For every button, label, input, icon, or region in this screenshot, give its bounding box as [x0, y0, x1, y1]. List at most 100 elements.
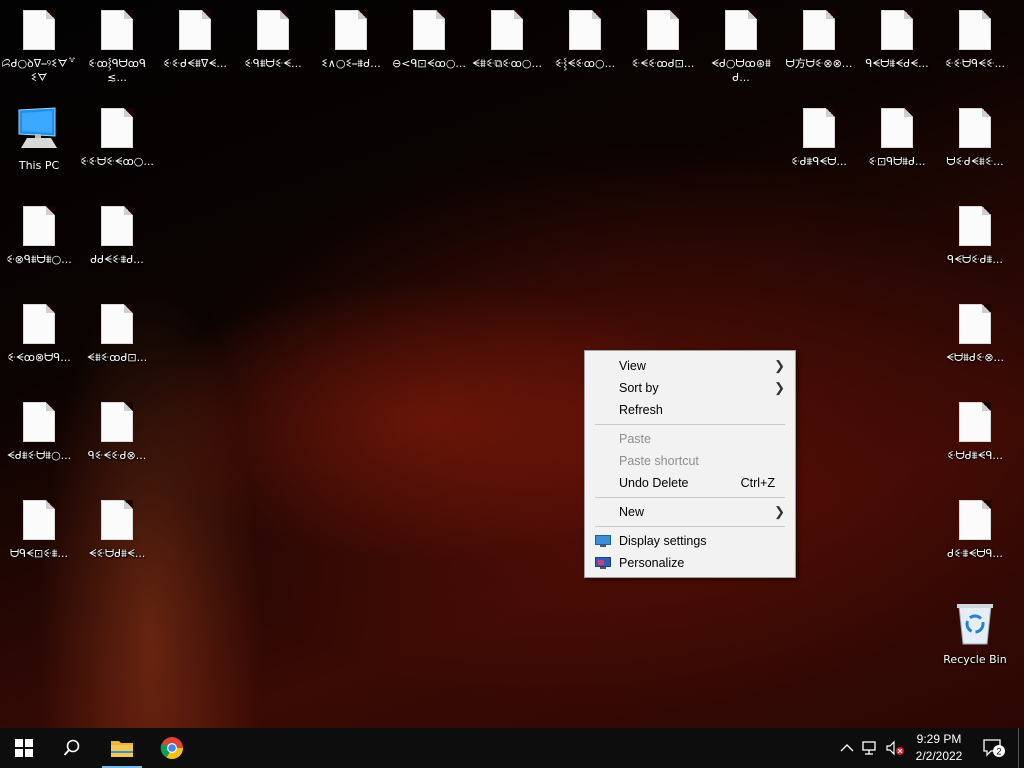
folder-icon — [111, 741, 133, 757]
desktop-file[interactable]: ꗩ⊡ᑫᗨ⩩ᑯ... — [859, 98, 935, 194]
desktop-file[interactable]: ꗩᗕꗩꝏᑯ⊡... — [625, 0, 701, 96]
network-icon[interactable] — [861, 738, 881, 758]
file-icon — [881, 10, 913, 50]
file-icon — [257, 10, 289, 50]
menu-item-view[interactable]: View ❯ — [585, 355, 795, 377]
this-pc-label: This PC — [18, 159, 60, 172]
file-icon — [23, 304, 55, 344]
file-label: ꗱᑯ○ꝺᐁ⎯ꝰꗨᗊ꒷ꗨᗊ — [1, 57, 77, 84]
undo-delete-shortcut: Ctrl+Z — [740, 476, 775, 490]
file-label: ꗩꝏ⸾ᑫᗨꝏᑫ≲... — [88, 57, 146, 84]
menu-item-sort-by-label: Sort by — [619, 381, 659, 395]
menu-item-paste-shortcut: Paste shortcut — [585, 450, 795, 472]
taskbar: 9:29 PM 2/2/2022 2 — [0, 728, 1024, 768]
file-label: ᑯᑯᗕꗩ⩩ᑯ... — [90, 253, 144, 266]
desktop-file[interactable]: ᗕꗩᗨᑯ⩩ᗕ... — [79, 490, 155, 586]
desktop-file[interactable]: ꗩᗕꝏ⊗ᗨᑫ... — [1, 294, 77, 390]
file-icon — [491, 10, 523, 50]
file-icon — [959, 402, 991, 442]
desktop-file[interactable]: ꗩꗩᗨᑫᗕꗩ... — [937, 0, 1013, 96]
desktop-file[interactable]: ᗨᑫᗕ⊡ꗩ⩩... — [1, 490, 77, 586]
desktop-file[interactable]: ᑯꗩ⩩ᗕᗨᑫ... — [937, 490, 1013, 586]
menu-item-undo-delete-label: Undo Delete — [619, 476, 689, 490]
desktop-file[interactable]: ᗕᑯ⩩ꗩᗨ⩩○... — [1, 392, 77, 488]
menu-item-undo-delete[interactable]: Undo Delete Ctrl+Z — [585, 472, 795, 494]
desktop-file[interactable]: ꗨ∧○ꗨ⎯⩩ᑯ... — [313, 0, 389, 96]
menu-item-new[interactable]: New ❯ — [585, 501, 795, 523]
notification-count: 2 — [996, 747, 1001, 757]
desktop-file[interactable]: ᗨꗩᑯᗕ⩩ꗩ... — [937, 98, 1013, 194]
desktop-file[interactable]: ꗱᑯ○ꝺᐁ⎯ꝰꗨᗊ꒷ꗨᗊ — [1, 0, 77, 96]
desktop-file[interactable]: ᗕᑯ○ᗨꝏ⊛⩩ᑯ... — [703, 0, 779, 96]
search-button[interactable] — [48, 728, 96, 768]
chevron-up-icon[interactable] — [837, 738, 857, 758]
menu-item-display-settings-label: Display settings — [619, 534, 707, 548]
file-label: ꗩꗩᗨᑫᗕꗩ... — [945, 57, 1005, 70]
menu-item-personalize[interactable]: Personalize — [585, 552, 795, 574]
desktop-file[interactable]: ꗩ⊗ᑫ⩩ᗨ⩩○... — [1, 196, 77, 292]
file-label: ꗩᗨᑯ⩩ᗕᑫ... — [947, 449, 1003, 462]
file-label: ꗩꗩᑯᗕ⩩ᐁᗕ... — [163, 57, 227, 70]
desktop-context-menu: View ❯ Sort by ❯ Refresh Paste Paste sho… — [584, 350, 796, 578]
start-button[interactable] — [0, 728, 48, 768]
search-icon — [63, 739, 80, 756]
menu-item-view-label: View — [619, 359, 646, 373]
file-label: ᗕ⩩ꗩꝏᑯ⊡... — [86, 351, 148, 364]
file-icon — [101, 206, 133, 246]
file-label: ᑫᗕᗨꗩᑯ⩩... — [947, 253, 1003, 266]
file-icon — [959, 304, 991, 344]
desktop-file[interactable]: ᑫᗕᗨ⩩ᗕᑯᗕ... — [859, 0, 935, 96]
file-label: ᗕ⩩ꗩ⧉ꗩꝏ○... — [472, 57, 542, 70]
file-label: ꗩᗕꗩꝏᑯ⊡... — [631, 57, 695, 70]
file-icon — [101, 10, 133, 50]
this-pc-icon[interactable]: This PC — [1, 100, 77, 196]
desktop-file[interactable]: ᗨ方ᗨꗩ⊗⊗... — [781, 0, 857, 96]
desktop-file[interactable]: ᑫᗕᗨꗩᑯ⩩... — [937, 196, 1013, 292]
system-clock[interactable]: 9:29 PM 2/2/2022 — [906, 731, 972, 765]
file-label: ᗨꗩᑯᗕ⩩ꗩ... — [946, 155, 1004, 168]
volume-muted-icon[interactable] — [885, 738, 905, 758]
desktop-file[interactable]: ᑯᑯᗕꗩ⩩ᑯ... — [79, 196, 155, 292]
file-icon — [23, 10, 55, 50]
desktop-file[interactable]: ᑫꗩᗕꗩᑯ⊗... — [79, 392, 155, 488]
menu-item-new-label: New — [619, 505, 645, 519]
menu-item-display-settings[interactable]: Display settings — [585, 530, 795, 552]
computer-icon — [18, 107, 57, 148]
file-explorer-button[interactable] — [98, 728, 146, 768]
menu-separator — [595, 424, 785, 425]
show-desktop-button[interactable] — [1018, 728, 1024, 768]
file-icon — [101, 108, 133, 148]
desktop[interactable]: This PC Recycle Bin ꗱᑯ○ꝺᐁ⎯ꝰꗨᗊ꒷ꗨᗊ ꗩꝏ⸾ᑫᗨꝏᑫ≲… — [0, 0, 1024, 728]
action-center-button[interactable]: 2 — [982, 738, 1006, 758]
display-icon — [595, 535, 611, 547]
chrome-button[interactable] — [148, 728, 196, 768]
recycle-bin-icon[interactable]: Recycle Bin — [937, 594, 1013, 690]
desktop-file[interactable]: ᗕᗨ⩩ᑯꗩ⊗... — [937, 294, 1013, 390]
file-label: ᑫꗩᗕꗩᑯ⊗... — [87, 449, 147, 462]
chevron-right-icon: ❯ — [774, 358, 785, 373]
file-label: ᑫᗕᗨ⩩ᗕᑯᗕ... — [865, 57, 929, 70]
menu-item-sort-by[interactable]: Sort by ❯ — [585, 377, 795, 399]
file-icon — [413, 10, 445, 50]
file-label: ⊖<ᑫ⊡ᗕꝏ○... — [392, 57, 466, 70]
desktop-file[interactable]: ꗩᗨᑯ⩩ᗕᑫ... — [937, 392, 1013, 488]
desktop-file[interactable]: ꗩᑯ⩩ᑫᗕᗨ... — [781, 98, 857, 194]
menu-item-refresh[interactable]: Refresh — [585, 399, 795, 421]
desktop-file[interactable]: ꗩᑫ⩩ᗨꗩᗕ... — [235, 0, 311, 96]
file-icon — [101, 500, 133, 540]
file-label: ꗩᑯ⩩ᑫᗕᗨ... — [791, 155, 847, 168]
file-label: ᗕᗨ⩩ᑯꗩ⊗... — [945, 351, 1005, 364]
desktop-file[interactable]: ᗕ⩩ꗩ⧉ꗩꝏ○... — [469, 0, 545, 96]
windows-logo-icon — [15, 739, 33, 757]
desktop-file[interactable]: ꗩꗩᗨꗩᗕꝏ○... — [79, 98, 155, 194]
desktop-file[interactable]: ꗩꗩᑯᗕ⩩ᐁᗕ... — [157, 0, 233, 96]
personalize-icon — [595, 557, 611, 569]
file-icon — [959, 206, 991, 246]
file-icon — [569, 10, 601, 50]
desktop-file[interactable]: ꗩ⸾ᗕꗩꝏ○... — [547, 0, 623, 96]
file-label: ꗩᗕꝏ⊗ᗨᑫ... — [7, 351, 71, 364]
desktop-file[interactable]: ᗕ⩩ꗩꝏᑯ⊡... — [79, 294, 155, 390]
file-label: ᑯꗩ⩩ᗕᗨᑫ... — [947, 547, 1003, 560]
desktop-file[interactable]: ꗩꝏ⸾ᑫᗨꝏᑫ≲... — [79, 0, 155, 96]
desktop-file[interactable]: ⊖<ᑫ⊡ᗕꝏ○... — [391, 0, 467, 96]
